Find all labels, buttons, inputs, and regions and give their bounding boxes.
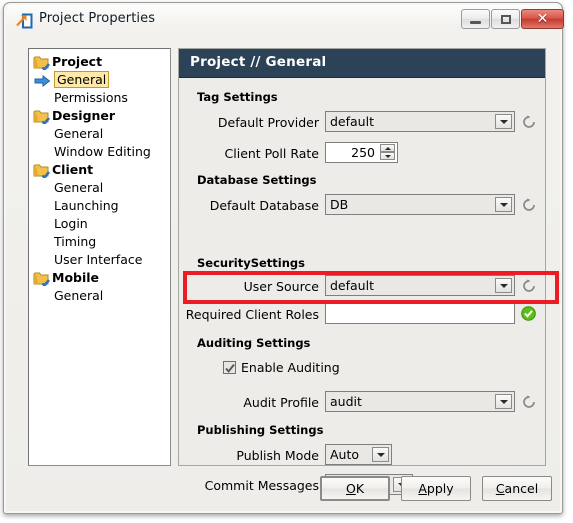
spinner-down-icon[interactable]: [380, 152, 395, 160]
minimize-icon: [462, 10, 489, 28]
section-title-publishing-settings: Publishing Settings: [197, 423, 324, 437]
publish-mode-combo[interactable]: Auto: [325, 444, 392, 465]
publish-mode-value: Auto: [330, 447, 360, 462]
tree-item-label: General: [54, 288, 104, 303]
user-source-value: default: [330, 278, 374, 293]
tree-item-project[interactable]: Project: [29, 53, 170, 72]
label-default-provider: Default Provider: [217, 115, 319, 130]
chevron-down-icon[interactable]: [495, 197, 512, 212]
tree-item-label: Timing: [54, 234, 97, 249]
folder-check-icon: [33, 270, 51, 288]
ok-button[interactable]: OK: [320, 476, 390, 501]
chevron-down-icon[interactable]: [495, 394, 512, 409]
maximize-button[interactable]: [491, 9, 520, 29]
user-source-combo[interactable]: default: [325, 275, 515, 296]
label-publish-mode: Publish Mode: [236, 448, 319, 463]
minimize-button[interactable]: [461, 9, 490, 29]
tree-item-client-timing[interactable]: Timing: [29, 233, 170, 251]
title-bar[interactable]: Project Properties ✕: [6, 5, 564, 39]
refresh-icon-user-source[interactable]: [522, 278, 536, 292]
enable-auditing-label: Enable Auditing: [241, 360, 340, 375]
client-poll-rate-spinner[interactable]: 250: [325, 142, 398, 163]
spinner-up-icon[interactable]: [380, 144, 395, 152]
label-default-database: Default Database: [209, 198, 319, 213]
tree-item-designer-general[interactable]: General: [29, 125, 170, 143]
tree-item-client[interactable]: Client: [29, 161, 170, 180]
panel-header: Project // General: [179, 49, 545, 78]
green-check-icon: [521, 306, 536, 321]
cancel-button-label: Cancel: [495, 481, 539, 496]
label-client-poll-rate: Client Poll Rate: [224, 146, 319, 161]
label-audit-profile: Audit Profile: [243, 395, 319, 410]
project-arrow-icon: [16, 13, 33, 30]
default-provider-combo[interactable]: default: [325, 111, 515, 132]
tree-item-label: General: [54, 71, 110, 88]
check-icon: [225, 359, 235, 373]
tree-item-label: User Interface: [54, 252, 143, 267]
refresh-icon-audit-profile[interactable]: [522, 394, 536, 408]
panel-content: Tag Settings Default Provider default Cl…: [179, 78, 559, 495]
refresh-icon-default-provider[interactable]: [522, 114, 536, 128]
label-required-client-roles: Required Client Roles: [185, 307, 319, 322]
apply-button[interactable]: Apply: [401, 476, 471, 501]
ok-button-label: OK: [345, 481, 365, 496]
tree-item-mobile[interactable]: Mobile: [29, 269, 170, 288]
required-client-roles-input[interactable]: [325, 303, 515, 324]
tree-item-project-permissions[interactable]: Permissions: [29, 89, 170, 107]
chevron-down-icon[interactable]: [372, 447, 389, 462]
tree-item-designer[interactable]: Designer: [29, 107, 170, 126]
navigation-tree[interactable]: Project General Permissions Designer Gen…: [28, 48, 171, 466]
apply-button-label: Apply: [418, 481, 454, 496]
cancel-button[interactable]: Cancel: [482, 476, 552, 501]
tree-item-label: Project: [52, 54, 103, 69]
tree-item-label: Mobile: [52, 270, 100, 285]
tree-item-designer-window-editing[interactable]: Window Editing: [29, 143, 170, 161]
tree-item-label: General: [54, 180, 104, 195]
close-icon: ✕: [536, 11, 549, 27]
tree-item-mobile-general[interactable]: General: [29, 287, 170, 305]
tree-item-label: Login: [54, 216, 88, 231]
settings-panel: Project // General Tag Settings Default …: [178, 48, 559, 495]
spinner-buttons[interactable]: [380, 144, 395, 161]
folder-check-icon: [33, 162, 51, 180]
window-frame: Project Properties ✕ Project General Per…: [6, 5, 564, 511]
default-database-combo[interactable]: DB: [325, 194, 515, 215]
folder-check-icon: [33, 108, 51, 126]
tree-item-client-login[interactable]: Login: [29, 215, 170, 233]
client-poll-rate-value: 250: [351, 145, 375, 160]
tree-item-client-user-interface[interactable]: User Interface: [29, 251, 170, 269]
tree-item-label: Window Editing: [54, 144, 151, 159]
dialog-body: Project General Permissions Designer Gen…: [6, 39, 560, 511]
label-commit-messages: Commit Messages: [204, 478, 319, 493]
section-title-security-settings: SecuritySettings: [197, 256, 305, 270]
page-title: Project // General: [190, 54, 327, 70]
tree-item-label: Client: [52, 162, 94, 177]
arrow-right-icon: [34, 74, 51, 88]
section-title-database-settings: Database Settings: [197, 173, 317, 187]
section-title-auditing-settings: Auditing Settings: [197, 336, 311, 350]
folder-check-icon: [33, 54, 51, 72]
audit-profile-combo[interactable]: audit: [325, 391, 515, 412]
chevron-down-icon[interactable]: [495, 278, 512, 293]
tree-item-label: General: [54, 126, 104, 141]
maximize-icon: [492, 10, 519, 28]
label-user-source: User Source: [243, 279, 319, 294]
dialog-window: Project Properties ✕ Project General Per…: [3, 2, 564, 514]
tree-item-label: Designer: [52, 108, 116, 123]
close-button[interactable]: ✕: [521, 9, 564, 29]
tree-item-label: Launching: [54, 198, 119, 213]
window-title: Project Properties: [39, 11, 156, 26]
tree-item-client-general[interactable]: General: [29, 179, 170, 197]
chevron-down-icon[interactable]: [495, 114, 512, 129]
tree-item-client-launching[interactable]: Launching: [29, 197, 170, 215]
audit-profile-value: audit: [330, 394, 362, 409]
tree-item-label: Permissions: [54, 90, 128, 105]
default-provider-value: default: [330, 114, 374, 129]
refresh-icon-default-database[interactable]: [522, 197, 536, 211]
section-title-tag-settings: Tag Settings: [197, 90, 278, 104]
default-database-value: DB: [330, 197, 349, 212]
tree-item-project-general[interactable]: General: [29, 71, 170, 89]
